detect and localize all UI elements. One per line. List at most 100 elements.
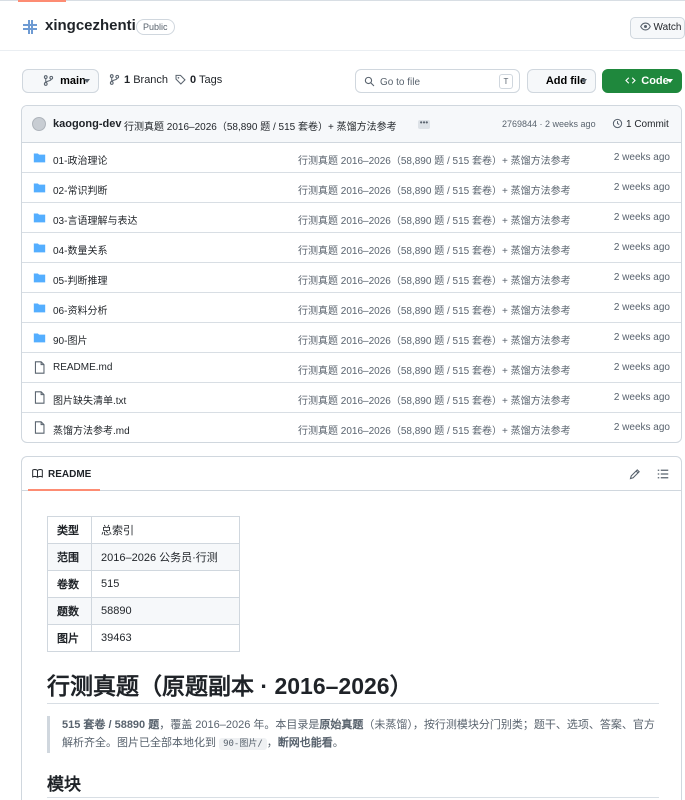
git-branch-icon xyxy=(109,74,120,85)
file-name-link[interactable]: 04-数量关系 xyxy=(53,242,107,257)
go-to-file-field[interactable]: T xyxy=(355,69,520,93)
file-row[interactable]: 02-常识判断 行测真题 2016–2026（58,890 题 / 515 套卷）… xyxy=(22,173,681,203)
branch-select-button[interactable]: main xyxy=(22,69,99,93)
file-name-link[interactable]: 05-判断推理 xyxy=(53,272,107,287)
commit-message-link[interactable]: 行测真题 2016–2026（58,890 题 / 515 套卷）+ 蒸馏方法参… xyxy=(124,118,397,133)
branch-name: main xyxy=(60,75,86,87)
readme-meta-table: 类型 总索引 范围 2016–2026 公务员·行测 卷数 515 题数 58890 图片 394… xyxy=(47,516,240,652)
book-icon xyxy=(32,469,43,478)
keyboard-shortcut-hint: T xyxy=(499,74,513,89)
file-commit-message-link[interactable]: 行测真题 2016–2026（58,890 题 / 515 套卷）+ 蒸馏方法参… xyxy=(298,242,584,257)
file-commit-message-link[interactable]: 行测真题 2016–2026（58,890 题 / 515 套卷）+ 蒸馏方法参… xyxy=(298,272,584,287)
repo-icon xyxy=(23,20,37,34)
outline-list-icon[interactable] xyxy=(657,468,669,480)
title-divider xyxy=(47,703,659,704)
file-row[interactable]: 04-数量关系 行测真题 2016–2026（58,890 题 / 515 套卷）… xyxy=(22,233,681,263)
quote-text-4: 。 xyxy=(332,737,344,749)
branch-count: 1 xyxy=(124,74,131,86)
section-heading-modules: 模块 xyxy=(47,775,81,794)
file-name-link[interactable]: 01-政治理论 xyxy=(53,152,107,167)
file-name-link[interactable]: 图片缺失清单.txt xyxy=(53,392,126,407)
commit-history-link[interactable]: 1 Commit xyxy=(612,118,669,130)
file-commit-message-link[interactable]: 行测真题 2016–2026（58,890 题 / 515 套卷）+ 蒸馏方法参… xyxy=(298,302,584,317)
file-commit-message-link[interactable]: 行测真题 2016–2026（58,890 题 / 515 套卷）+ 蒸馏方法参… xyxy=(298,332,584,347)
quote-path-code: 90-图片/ xyxy=(219,738,267,750)
repo-header: xingcezhenti Public Watch xyxy=(0,6,685,48)
readme-tab-underline xyxy=(28,489,100,491)
meta-key: 图片 xyxy=(47,624,92,652)
tag-label: Tags xyxy=(198,74,223,86)
file-icon xyxy=(33,421,46,437)
file-commit-time: 2 weeks ago xyxy=(613,392,670,403)
commit-count-label: 1 Commit xyxy=(626,119,669,130)
eye-icon xyxy=(639,22,651,31)
watch-button[interactable]: Watch xyxy=(630,17,685,39)
section-divider xyxy=(47,797,659,798)
branch-label: Branch xyxy=(133,74,169,86)
file-name-link[interactable]: README.md xyxy=(53,362,112,373)
meta-value: 总索引 xyxy=(91,516,240,544)
meta-value: 515 xyxy=(91,570,240,598)
file-row[interactable]: 05-判断推理 行测真题 2016–2026（58,890 题 / 515 套卷）… xyxy=(22,263,681,293)
go-to-file-input[interactable] xyxy=(380,74,490,90)
file-commit-message-link[interactable]: 行测真题 2016–2026（58,890 题 / 515 套卷）+ 蒸馏方法参… xyxy=(298,152,584,167)
meta-table-row: 范围 2016–2026 公务员·行测 xyxy=(47,543,240,571)
file-name-link[interactable]: 03-言语理解与表达 xyxy=(53,212,137,227)
quote-original: 原始真题 xyxy=(319,719,364,731)
file-commit-message-link[interactable]: 行测真题 2016–2026（58,890 题 / 515 套卷）+ 蒸馏方法参… xyxy=(298,392,584,407)
chevron-down-icon xyxy=(667,79,673,83)
readme-tab[interactable]: README xyxy=(32,468,91,480)
quote-count: 515 套卷 / 58890 题 xyxy=(62,719,160,731)
meta-key: 范围 xyxy=(47,543,92,571)
folder-icon xyxy=(33,271,46,287)
file-commit-time: 2 weeks ago xyxy=(613,302,670,313)
file-name-link[interactable]: 蒸馏方法参考.md xyxy=(53,422,130,437)
file-commit-message-link[interactable]: 行测真题 2016–2026（58,890 题 / 515 套卷）+ 蒸馏方法参… xyxy=(298,362,584,377)
meta-key: 题数 xyxy=(47,597,92,625)
file-row[interactable]: 90-图片 行测真题 2016–2026（58,890 题 / 515 套卷）+ … xyxy=(22,323,681,353)
commit-details-toggle[interactable]: ••• xyxy=(418,119,430,129)
avatar[interactable] xyxy=(32,117,46,131)
commit-hash-time[interactable]: 2769844 · 2 weeks ago xyxy=(502,119,596,129)
meta-value: 2016–2026 公务员·行测 xyxy=(91,543,240,571)
tag-icon xyxy=(175,74,186,85)
header-divider xyxy=(0,50,685,51)
meta-key: 类型 xyxy=(47,516,92,544)
top-nav-active-tab-indicator xyxy=(18,0,66,2)
file-row[interactable]: 03-言语理解与表达 行测真题 2016–2026（58,890 题 / 515 … xyxy=(22,203,681,233)
file-name-link[interactable]: 90-图片 xyxy=(53,332,87,347)
file-commit-message-link[interactable]: 行测真题 2016–2026（58,890 题 / 515 套卷）+ 蒸馏方法参… xyxy=(298,422,584,437)
file-commit-message-link[interactable]: 行测真题 2016–2026（58,890 题 / 515 套卷）+ 蒸馏方法参… xyxy=(298,182,584,197)
readme-blockquote: 515 套卷 / 58890 题，覆盖 2016–2026 年。本目录是原始真题… xyxy=(47,716,659,753)
meta-table-row: 卷数 515 xyxy=(47,570,240,598)
file-commit-time: 2 weeks ago xyxy=(613,152,670,163)
quote-offline: 断网也能看 xyxy=(277,737,333,749)
watch-label: Watch xyxy=(653,22,682,33)
meta-table-row: 图片 39463 xyxy=(47,624,240,652)
quote-text-1: ，覆盖 2016–2026 年。本目录是 xyxy=(159,719,320,731)
commit-author-link[interactable]: kaogong-dev xyxy=(53,118,121,130)
file-icon xyxy=(33,391,46,407)
file-commit-time: 2 weeks ago xyxy=(613,332,670,343)
latest-commit-bar: kaogong-dev 行测真题 2016–2026（58,890 题 / 51… xyxy=(22,106,681,143)
pencil-icon[interactable] xyxy=(629,468,641,480)
add-file-button[interactable]: Add file xyxy=(527,69,596,93)
file-name-link[interactable]: 06-资料分析 xyxy=(53,302,107,317)
file-row[interactable]: README.md 行测真题 2016–2026（58,890 题 / 515 套… xyxy=(22,353,681,383)
folder-icon xyxy=(33,331,46,347)
repo-name-link[interactable]: xingcezhenti xyxy=(45,17,136,34)
code-button[interactable]: Code xyxy=(602,69,682,93)
meta-table-row: 题数 58890 xyxy=(47,597,240,625)
branches-link[interactable]: 1 Branch xyxy=(109,74,168,86)
file-row[interactable]: 01-政治理论 行测真题 2016–2026（58,890 题 / 515 套卷）… xyxy=(22,143,681,173)
file-name-link[interactable]: 02-常识判断 xyxy=(53,182,107,197)
chevron-down-icon xyxy=(581,79,587,83)
file-row[interactable]: 图片缺失清单.txt 行测真题 2016–2026（58,890 题 / 515 … xyxy=(22,383,681,413)
history-icon xyxy=(612,118,623,129)
file-row[interactable]: 06-资料分析 行测真题 2016–2026（58,890 题 / 515 套卷）… xyxy=(22,293,681,323)
file-commit-message-link[interactable]: 行测真题 2016–2026（58,890 题 / 515 套卷）+ 蒸馏方法参… xyxy=(298,212,584,227)
file-row[interactable]: 蒸馏方法参考.md 行测真题 2016–2026（58,890 题 / 515 套… xyxy=(22,413,681,442)
meta-value: 39463 xyxy=(91,624,240,652)
tags-link[interactable]: 0 Tags xyxy=(175,74,222,86)
chevron-down-icon xyxy=(84,79,90,83)
